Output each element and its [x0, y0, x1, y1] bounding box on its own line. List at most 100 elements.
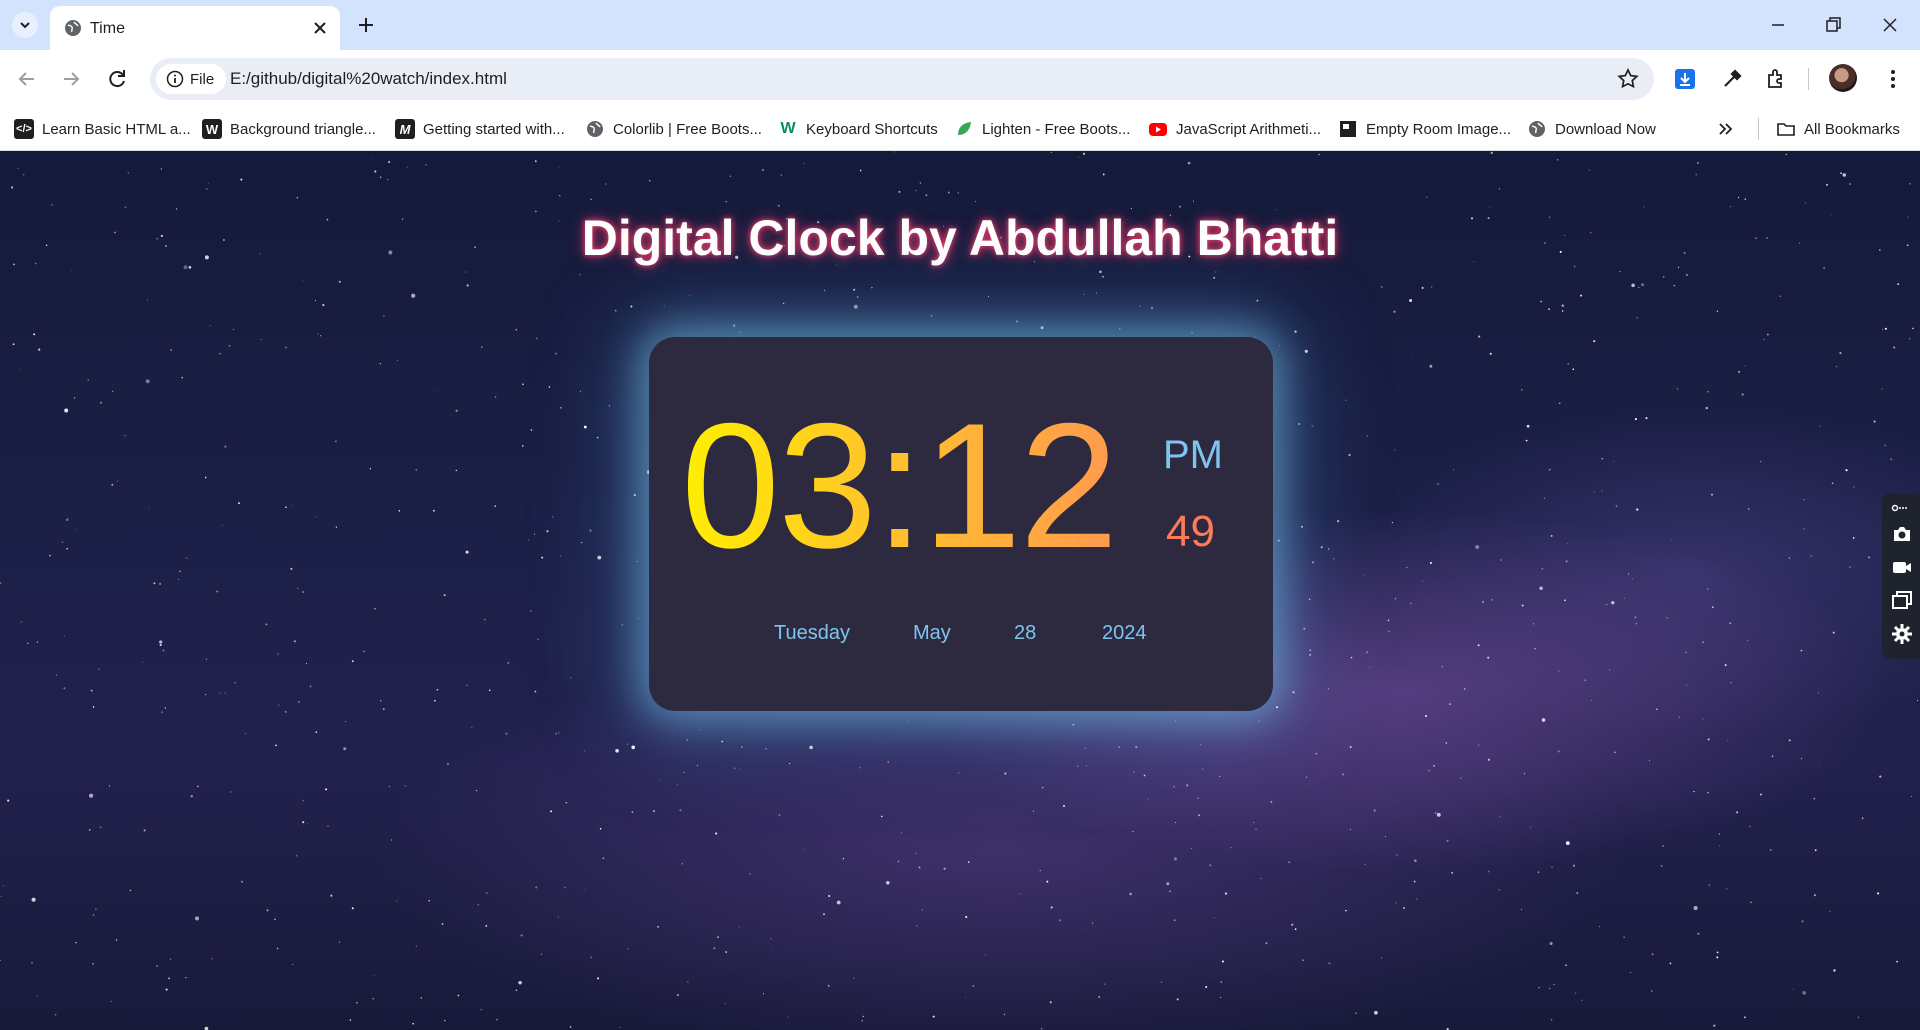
star	[447, 763, 449, 765]
address-bar[interactable]: File E:/github/digital%20watch/index.htm…	[150, 58, 1654, 100]
star	[70, 270, 72, 271]
star	[1425, 663, 1427, 665]
star	[1173, 919, 1176, 922]
star	[546, 530, 549, 533]
eyedropper-icon[interactable]	[1719, 66, 1745, 92]
more-menu-icon[interactable]	[1880, 66, 1906, 92]
bookmark-item[interactable]: Download Now	[1527, 108, 1656, 150]
more-bookmarks-icon[interactable]	[1716, 119, 1736, 139]
url-text[interactable]: E:/github/digital%20watch/index.html	[230, 69, 507, 89]
new-tab-icon[interactable]	[354, 13, 378, 37]
bookmark-star-icon[interactable]	[1616, 67, 1640, 91]
tab-search-button[interactable]	[12, 12, 38, 38]
close-tab-icon[interactable]	[310, 18, 330, 38]
info-icon	[166, 70, 184, 88]
bookmark-item[interactable]: M Getting started with...	[395, 108, 565, 150]
star	[420, 997, 423, 999]
bookmark-item[interactable]: W Keyboard Shortcuts	[778, 108, 938, 150]
star	[343, 747, 347, 751]
star	[1697, 932, 1700, 935]
star	[432, 509, 435, 512]
star	[615, 748, 619, 753]
video-camera-icon[interactable]	[1891, 556, 1913, 578]
star	[1549, 469, 1551, 471]
bookmark-label: JavaScript Arithmeti...	[1176, 120, 1322, 138]
site-info-chip[interactable]: File	[156, 64, 227, 94]
star	[1605, 603, 1608, 606]
tab-active[interactable]: Time	[50, 6, 340, 50]
bookmark-item[interactable]: Lighten - Free Boots...	[954, 108, 1130, 150]
star	[415, 945, 417, 947]
bookmark-label: Colorlib | Free Boots...	[613, 120, 762, 138]
star	[1584, 679, 1586, 681]
star	[1738, 370, 1741, 373]
star	[823, 289, 826, 292]
star	[1224, 892, 1228, 895]
star	[1327, 548, 1330, 550]
download-icon[interactable]	[1672, 66, 1698, 92]
forward-icon[interactable]	[58, 66, 84, 92]
star	[170, 958, 172, 960]
star	[1309, 653, 1312, 656]
star	[626, 743, 628, 745]
screens-icon[interactable]	[1891, 589, 1913, 611]
globe-icon	[65, 20, 81, 36]
star	[1676, 388, 1679, 390]
star	[1897, 283, 1900, 285]
star	[1716, 956, 1719, 959]
star	[1345, 399, 1347, 401]
star	[1550, 534, 1553, 537]
star	[1393, 310, 1396, 313]
star	[1760, 461, 1762, 463]
link-icon[interactable]	[1891, 501, 1907, 515]
star	[92, 914, 95, 916]
star	[1613, 461, 1615, 463]
star	[145, 379, 150, 384]
star	[1303, 627, 1306, 630]
star	[1750, 901, 1752, 903]
star	[897, 860, 900, 863]
star	[1884, 444, 1886, 447]
star	[1490, 151, 1493, 155]
star	[699, 729, 701, 731]
star	[853, 288, 856, 291]
bookmark-item[interactable]: W Background triangle...	[202, 108, 376, 150]
bookmark-item[interactable]: Colorlib | Free Boots...	[585, 108, 762, 150]
restore-icon[interactable]	[1821, 13, 1845, 37]
star	[1877, 892, 1880, 895]
close-window-icon[interactable]	[1878, 13, 1902, 37]
star	[425, 164, 427, 166]
clock-card: 03:12 PM 49 Tuesday May 28 2024	[649, 337, 1273, 711]
leaf-icon	[958, 122, 971, 135]
camera-icon[interactable]	[1891, 523, 1913, 545]
reload-icon[interactable]	[104, 66, 130, 92]
star	[232, 328, 234, 330]
star	[1422, 580, 1424, 582]
bookmark-item[interactable]: JavaScript Arithmeti...	[1148, 108, 1321, 150]
bookmark-label: Keyboard Shortcuts	[806, 120, 938, 138]
profile-avatar[interactable]	[1829, 64, 1857, 92]
settings-gear-icon[interactable]	[1891, 623, 1913, 645]
bookmark-item[interactable]: </> Learn Basic HTML a...	[14, 108, 191, 150]
star	[1549, 987, 1551, 989]
star	[382, 708, 385, 710]
back-icon[interactable]	[14, 66, 40, 92]
bookmark-item[interactable]: Empty Room Image...	[1338, 108, 1511, 150]
extensions-icon[interactable]	[1764, 66, 1790, 92]
star	[608, 405, 611, 407]
star	[1910, 795, 1913, 798]
minimize-icon[interactable]	[1766, 13, 1790, 37]
star	[631, 745, 636, 750]
star	[1833, 969, 1836, 972]
star	[1298, 423, 1300, 425]
star	[943, 867, 946, 870]
star	[1813, 797, 1816, 800]
star	[480, 1009, 482, 1011]
star	[159, 640, 163, 644]
star	[190, 795, 193, 798]
star	[292, 964, 294, 965]
star	[1309, 649, 1312, 652]
star	[1218, 775, 1221, 778]
star	[721, 740, 724, 743]
all-bookmarks-button[interactable]: All Bookmarks	[1776, 108, 1900, 150]
